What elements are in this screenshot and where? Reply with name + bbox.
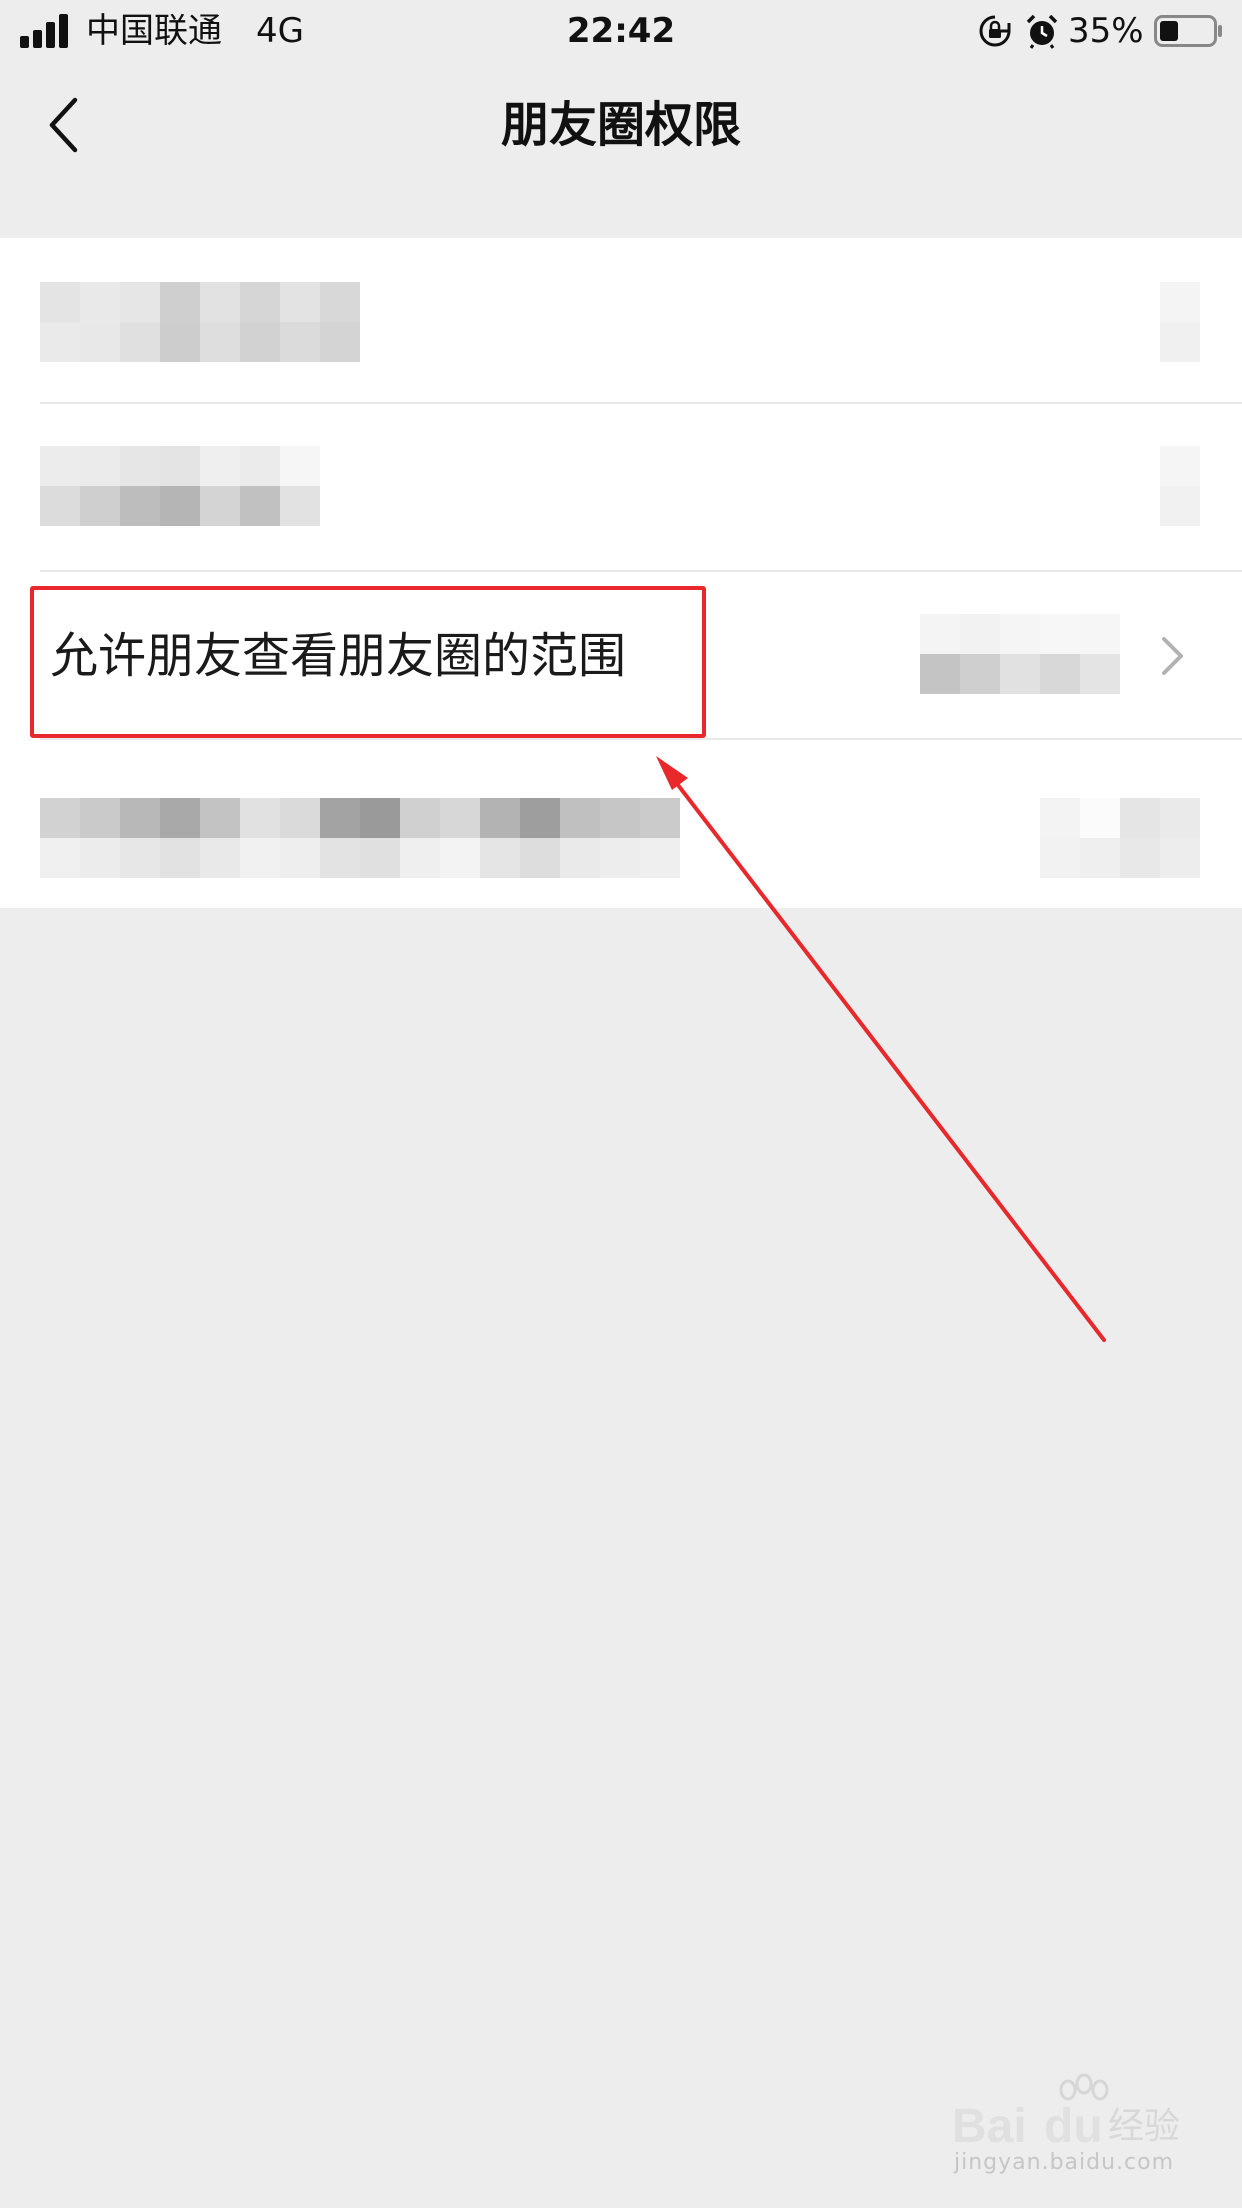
chevron-left-icon (49, 97, 78, 153)
page-title: 朋友圈权限 (500, 97, 741, 153)
redacted-value (920, 614, 1120, 694)
chevron-right-icon (1162, 637, 1183, 675)
redacted-value (1040, 798, 1200, 878)
battery-icon (1154, 15, 1222, 47)
settings-row-4[interactable] (0, 740, 1242, 908)
alarm-icon (1026, 14, 1058, 49)
settings-row-1[interactable] (0, 238, 1242, 404)
svg-text:du: du (1044, 2100, 1103, 2153)
redacted-value (1160, 446, 1200, 526)
watermark-url: jingyan.baidu.com (954, 2150, 1175, 2175)
redacted-value (1160, 282, 1200, 362)
svg-text:经验: 经验 (1108, 2106, 1180, 2147)
svg-text:Bai: Bai (952, 2100, 1027, 2153)
rotation-lock-icon (979, 15, 1011, 47)
battery-percent: 35% (1068, 11, 1144, 51)
nav-bar: 朋友圈权限 (0, 62, 1242, 192)
back-button[interactable] (28, 90, 98, 160)
status-bar: 中国联通 4G 22:42 35% (0, 0, 1242, 62)
annotation-highlight-box (30, 586, 706, 738)
settings-row-2[interactable] (0, 404, 1242, 572)
settings-list: 允许朋友查看朋友圈的范围 (0, 238, 1242, 908)
redacted-label (40, 446, 320, 526)
redacted-label (40, 282, 360, 362)
redacted-label (40, 798, 680, 878)
